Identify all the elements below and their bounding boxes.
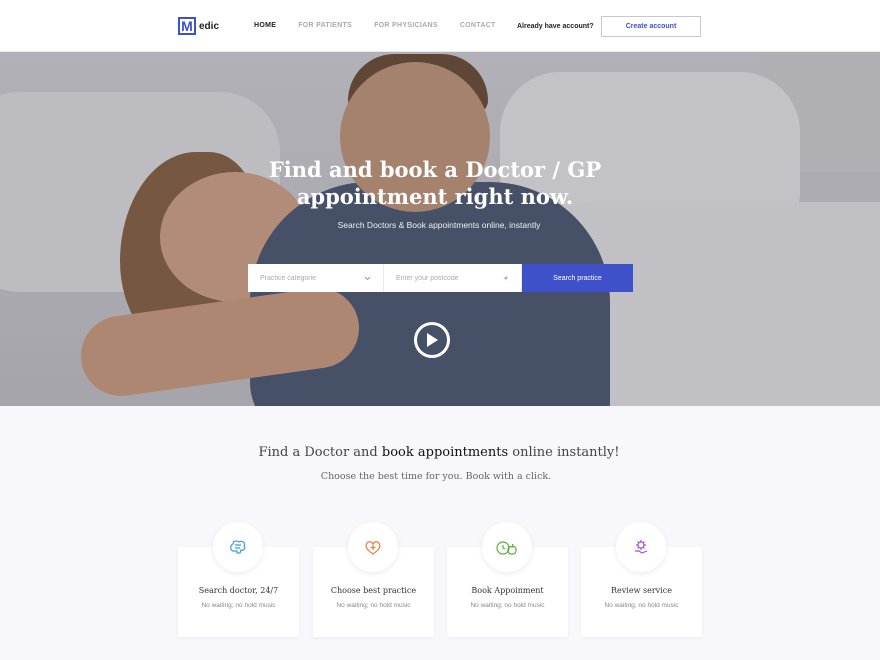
clock-apple-icon	[482, 522, 532, 572]
site-header: M edic HOME FOR PATIENTS FOR PHYSICIANS …	[0, 0, 880, 52]
logo-text: edic	[199, 20, 220, 32]
nav-for-physicians[interactable]: FOR PHYSICIANS	[374, 22, 438, 29]
hero-title: Find and book a Doctor / GP appointment …	[268, 157, 602, 209]
heart-plus-icon	[348, 522, 398, 572]
feature-subtitle: No waiting; no hold music	[201, 602, 276, 609]
create-account-button[interactable]: Create account	[601, 16, 701, 37]
section-subtitle: Choose the best time for you. Book with …	[320, 471, 552, 482]
brain-icon	[213, 522, 263, 572]
feature-subtitle: No waiting; no hold music	[470, 602, 545, 609]
main-nav: HOME FOR PATIENTS FOR PHYSICIANS CONTACT	[254, 22, 518, 29]
feature-card-search: Search doctor, 24/7 No waiting; no hold …	[178, 522, 299, 637]
practice-category-select[interactable]: Practice categorie	[248, 264, 384, 292]
sign-in-link[interactable]: Already have account?	[517, 23, 594, 30]
postcode-input[interactable]: Enter your postcode	[384, 264, 522, 292]
nav-home[interactable]: HOME	[254, 22, 276, 29]
chevron-down-icon	[364, 276, 371, 280]
nav-contact[interactable]: CONTACT	[460, 22, 496, 29]
nav-for-patients[interactable]: FOR PATIENTS	[298, 22, 352, 29]
section-title: Find a Doctor and book appointments onli…	[258, 445, 620, 460]
logo-mark: M	[178, 17, 196, 35]
feature-subtitle: No waiting; no hold music	[604, 602, 679, 609]
feature-title: Search doctor, 24/7	[198, 586, 279, 595]
search-bar: Practice categorie Enter your postcode S…	[248, 264, 633, 292]
logo[interactable]: M edic	[178, 17, 219, 35]
feature-title: Choose best practice	[330, 586, 417, 595]
feature-card-choose: Choose best practice No waiting; no hold…	[313, 522, 434, 637]
hero-subtitle: Search Doctors & Book appointments onlin…	[337, 220, 541, 230]
location-arrow-icon	[503, 275, 508, 281]
feature-subtitle: No waiting; no hold music	[336, 602, 411, 609]
hero-section: Find and book a Doctor / GP appointment …	[0, 52, 880, 406]
feature-card-book: Book Appoinment No waiting; no hold musi…	[447, 522, 568, 637]
feature-card-review: Review service No waiting; no hold music	[581, 522, 702, 637]
play-video-icon[interactable]	[414, 322, 450, 358]
search-practice-button[interactable]: Search practice	[522, 264, 633, 292]
feature-title: Book Appoinment	[471, 586, 544, 595]
gear-hand-icon	[616, 522, 666, 572]
feature-title: Review service	[611, 586, 672, 595]
